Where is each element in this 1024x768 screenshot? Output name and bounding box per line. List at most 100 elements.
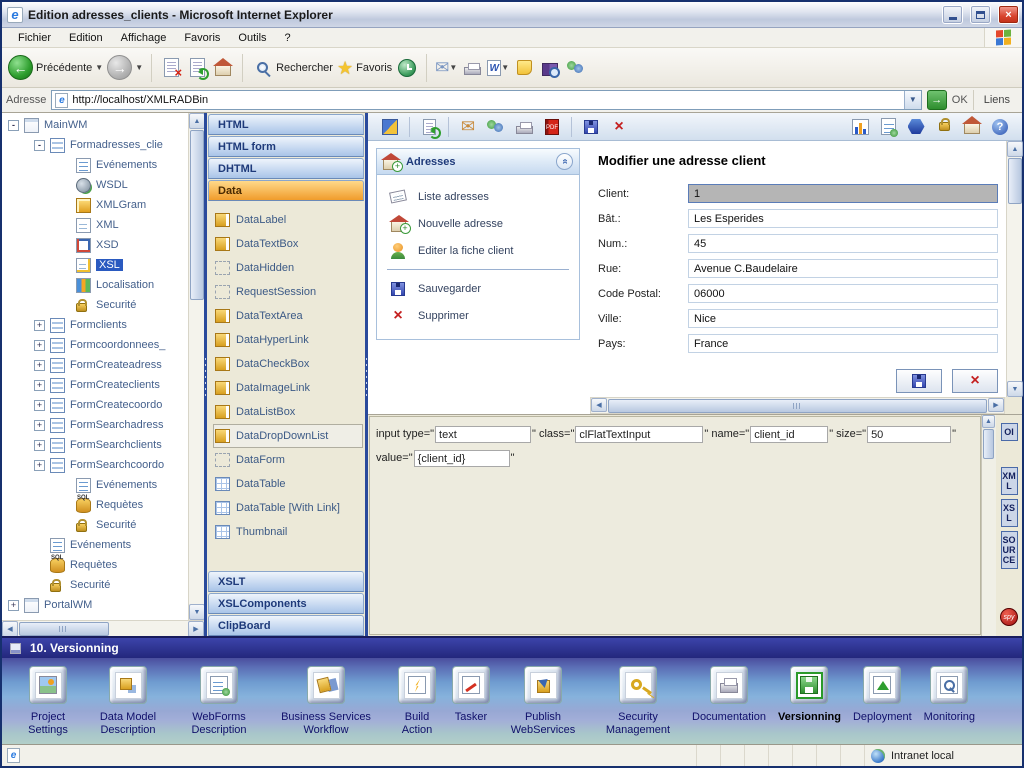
palette-header-xslcomponents[interactable]: XSLComponents: [208, 593, 364, 614]
tree-item[interactable]: XML: [2, 215, 188, 235]
collapse-box-icon[interactable]: [8, 120, 19, 131]
notes-button[interactable]: [513, 57, 535, 79]
print-button[interactable]: [461, 57, 483, 79]
statistics-button[interactable]: [849, 116, 871, 138]
restore-button[interactable]: [970, 5, 991, 24]
pays-field[interactable]: [688, 334, 998, 353]
history-button[interactable]: [396, 57, 418, 79]
supprimer-link[interactable]: ×Supprimer: [377, 302, 579, 329]
tree-item[interactable]: Evénements: [2, 475, 188, 495]
tree-vertical-scrollbar[interactable]: ▲ ▼: [188, 113, 204, 620]
home-page-button[interactable]: [961, 116, 983, 138]
scroll-left-icon[interactable]: ◀: [591, 398, 607, 412]
oi-toggle-button[interactable]: OI: [1001, 423, 1018, 441]
tree-item[interactable]: Formadresses_clie: [2, 135, 188, 155]
expand-box-icon[interactable]: [34, 380, 45, 391]
collapse-panel-button[interactable]: »: [556, 153, 573, 170]
publish-webservices-tool[interactable]: Publish WebServices: [502, 666, 584, 737]
monitoring-tool[interactable]: Monitoring: [924, 666, 975, 724]
palette-item[interactable]: DataTable [With Link]: [213, 496, 363, 520]
security-management-tool[interactable]: Security Management: [596, 666, 680, 737]
versionning-header[interactable]: 10. Versionning: [2, 636, 1022, 658]
search-button[interactable]: Rechercher: [251, 57, 333, 79]
mail-button[interactable]: ✉▼: [435, 57, 457, 79]
webforms-tool[interactable]: WebForms Description: [180, 666, 258, 737]
expand-box-icon[interactable]: [34, 360, 45, 371]
edit-word-button[interactable]: W▼: [487, 57, 509, 79]
code-postal-field[interactable]: [688, 284, 998, 303]
tree-item[interactable]: Requètes: [2, 495, 188, 515]
palette-item-selected[interactable]: DataDropDownList: [213, 424, 363, 448]
tree-item[interactable]: Securité: [2, 295, 188, 315]
forward-caret-icon[interactable]: ▼: [135, 63, 143, 72]
tree-item[interactable]: XSD: [2, 235, 188, 255]
scroll-up-icon[interactable]: ▲: [1007, 141, 1023, 157]
address-input[interactable]: [72, 94, 899, 106]
tree-item[interactable]: FormCreateadress: [2, 355, 188, 375]
source-view-button[interactable]: SOURCE: [1001, 531, 1018, 569]
code-value-input[interactable]: client_id: [750, 426, 828, 443]
code-vertical-scrollbar[interactable]: ▲: [981, 415, 996, 636]
expand-box-icon[interactable]: [34, 440, 45, 451]
scroll-right-icon[interactable]: ▶: [188, 621, 204, 637]
form-save-button[interactable]: [896, 369, 942, 393]
code-value-input[interactable]: 50: [867, 426, 951, 443]
client-field[interactable]: [688, 184, 998, 203]
palette-header-dhtml[interactable]: DHTML: [208, 158, 364, 179]
scrollbar-thumb[interactable]: [19, 622, 109, 636]
palette-header-data[interactable]: Data: [208, 180, 364, 201]
palette-item[interactable]: DataLabel: [213, 208, 363, 232]
versionning-tool[interactable]: Versionning: [778, 666, 841, 724]
refresh-button[interactable]: [186, 57, 208, 79]
build-action-tool[interactable]: Build Action: [394, 666, 440, 737]
save-button[interactable]: [580, 116, 602, 138]
xml-view-button[interactable]: XML: [1001, 467, 1018, 495]
tree-item[interactable]: Evénements: [2, 155, 188, 175]
tree-item[interactable]: FormSearchclients: [2, 435, 188, 455]
tree-item[interactable]: Securité: [2, 575, 188, 595]
refresh-page-button[interactable]: [418, 116, 440, 138]
palette-item[interactable]: DataTable: [213, 472, 363, 496]
tree-item[interactable]: XMLGram: [2, 195, 188, 215]
report-button[interactable]: [877, 116, 899, 138]
tree-item[interactable]: FormSearchcoordo: [2, 455, 188, 475]
links-menu[interactable]: Liens: [973, 90, 1018, 110]
tree-item[interactable]: Requètes: [2, 555, 188, 575]
tree-item[interactable]: Securité: [2, 515, 188, 535]
menu-fichier[interactable]: Fichier: [10, 30, 59, 46]
tree-item[interactable]: FormSearchadress: [2, 415, 188, 435]
home-button[interactable]: [212, 57, 234, 79]
tree-horizontal-scrollbar[interactable]: ◀ ▶: [2, 620, 204, 636]
palette-item[interactable]: DataHidden: [213, 256, 363, 280]
scroll-right-icon[interactable]: ▶: [988, 398, 1004, 412]
messenger-share-button[interactable]: [485, 116, 507, 138]
go-button[interactable]: →: [927, 90, 947, 110]
scroll-down-icon[interactable]: ▼: [1007, 381, 1023, 397]
scrollbar-thumb[interactable]: [983, 429, 994, 459]
form-vertical-scrollbar[interactable]: ▲ ▼: [1006, 141, 1022, 397]
tree-item[interactable]: Evénements: [2, 535, 188, 555]
back-button[interactable]: ← Précédente ▼: [8, 55, 103, 80]
business-services-tool[interactable]: Business Services Workflow: [270, 666, 382, 737]
panel-splitter[interactable]: [365, 113, 368, 636]
send-mail-button[interactable]: ✉: [457, 116, 479, 138]
menu-help[interactable]: ?: [277, 30, 299, 46]
deployment-tool[interactable]: Deployment: [853, 666, 912, 724]
scroll-up-icon[interactable]: ▲: [982, 415, 995, 428]
form-delete-button[interactable]: ×: [952, 369, 998, 393]
scroll-left-icon[interactable]: ◀: [2, 621, 18, 637]
expand-box-icon[interactable]: [34, 400, 45, 411]
liste-adresses-link[interactable]: Liste adresses: [377, 183, 579, 210]
tree-item[interactable]: Localisation: [2, 275, 188, 295]
tree-item[interactable]: Formclients: [2, 315, 188, 335]
palette-item[interactable]: DataImageLink: [213, 376, 363, 400]
menu-edition[interactable]: Edition: [61, 30, 111, 46]
palette-header-xslt[interactable]: XSLT: [208, 571, 364, 592]
data-model-tool[interactable]: Data Model Description: [88, 666, 168, 737]
palette-item[interactable]: RequestSession: [213, 280, 363, 304]
spy-button[interactable]: spy: [1000, 608, 1018, 626]
palette-item[interactable]: DataListBox: [213, 400, 363, 424]
xsl-view-button[interactable]: XSL: [1001, 499, 1018, 527]
scrollbar-thumb[interactable]: [1008, 158, 1022, 204]
palette-item[interactable]: DataTextBox: [213, 232, 363, 256]
